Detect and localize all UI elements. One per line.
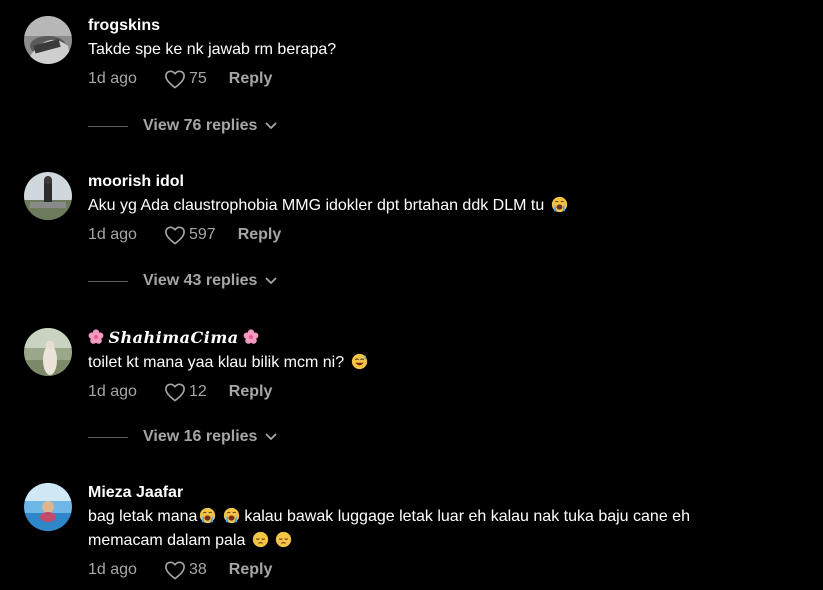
like-count: 597 [189,226,216,243]
heart-icon [164,69,186,89]
reply-button[interactable]: Reply [238,226,282,244]
timestamp: 1d ago [88,383,137,400]
chevron-down-icon [265,433,277,441]
avatar-image [24,328,72,376]
avatar[interactable] [24,172,72,220]
view-replies-button[interactable]: View 76 replies [88,117,277,135]
username[interactable]: frogskins [88,16,803,36]
username[interactable]: Mieza Jaafar [88,483,803,503]
comment-text: toilet kt mana yaa klau bilik mcm ni? [88,351,803,375]
heart-icon [164,225,186,245]
like-button[interactable]: 12 [164,382,207,402]
view-replies-button[interactable]: View 16 replies [88,428,277,446]
heart-icon [164,382,186,402]
comment-text: Aku yg Ada claustrophobia MMG idokler dp… [88,194,803,218]
comment-text: bag letak mana kalau bawak luggage letak… [88,507,690,549]
divider [88,280,128,282]
reply-button[interactable]: Reply [229,561,273,579]
pensive-face-icon [275,531,292,548]
view-replies-button[interactable]: View 43 replies [88,272,277,290]
heart-icon [164,560,186,580]
sweat-smile-icon [351,353,368,370]
avatar[interactable] [24,483,72,531]
timestamp: 1d ago [88,561,137,578]
reply-button[interactable]: Reply [229,70,273,88]
like-count: 38 [189,561,207,578]
like-button[interactable]: 38 [164,560,207,580]
timestamp: 1d ago [88,226,137,243]
view-replies-label: View 16 replies [143,428,258,445]
crying-face-icon [551,196,568,213]
avatar-image [24,483,72,531]
cherry-blossom-icon [88,329,104,345]
like-button[interactable]: 597 [164,225,216,245]
view-replies-label: View 43 replies [143,272,258,289]
chevron-down-icon [265,122,277,130]
pensive-face-icon [252,531,269,548]
cherry-blossom-icon [243,329,259,345]
comment-text: Takde spe ke nk jawab rm berapa? [88,41,337,58]
chevron-down-icon [265,277,277,285]
divider [88,436,128,438]
avatar-image [24,16,72,64]
username[interactable]: moorish idol [88,172,803,192]
like-button[interactable]: 75 [164,69,207,89]
crying-face-icon [223,507,240,524]
crying-face-icon [199,507,216,524]
divider [88,125,128,127]
avatar[interactable] [24,16,72,64]
view-replies-label: View 76 replies [143,117,258,134]
like-count: 12 [189,383,207,400]
avatar-image [24,172,72,220]
timestamp: 1d ago [88,70,137,87]
like-count: 75 [189,70,207,87]
username[interactable]: 𝑺𝒉𝒂𝒉𝒊𝒎𝒂𝑪𝒊𝒎𝒂 [88,328,803,349]
avatar[interactable] [24,328,72,376]
reply-button[interactable]: Reply [229,383,273,401]
